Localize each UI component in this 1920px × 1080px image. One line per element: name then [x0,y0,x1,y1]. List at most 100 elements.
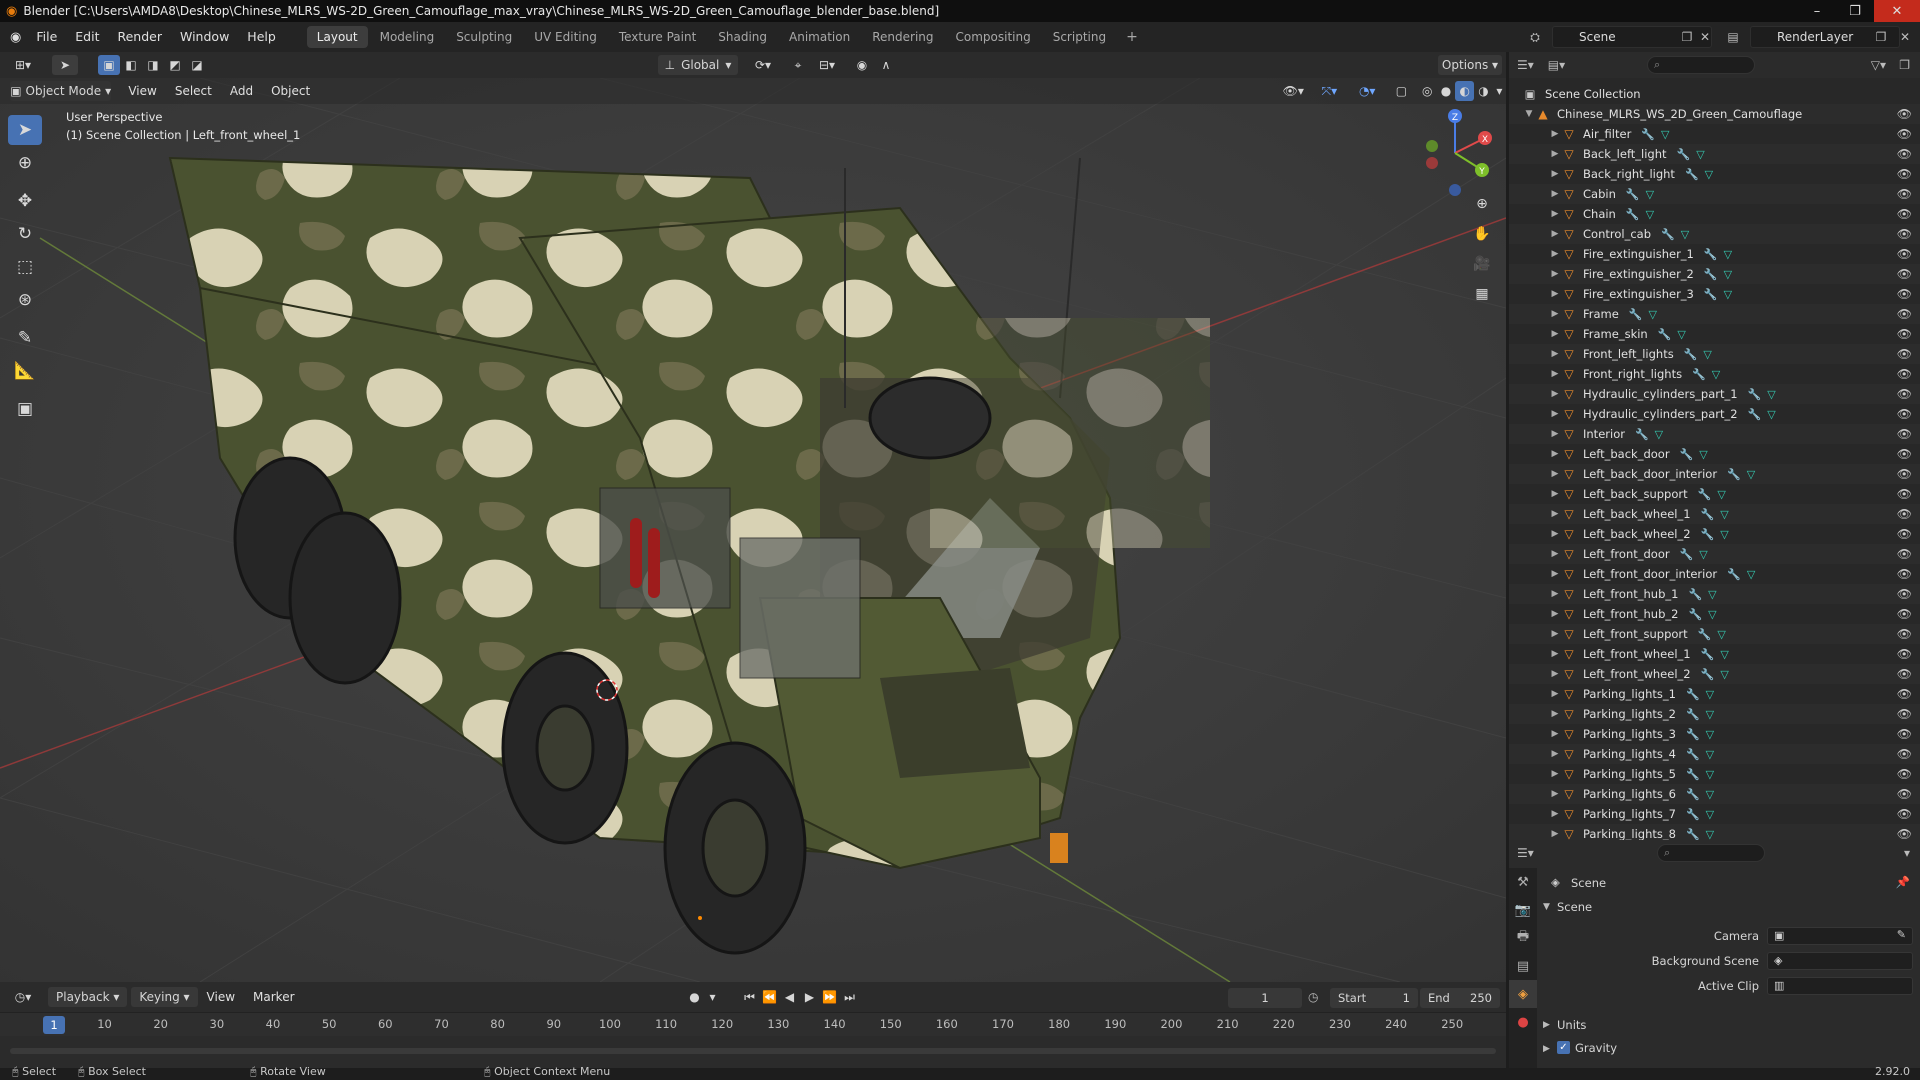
object-mode-dropdown[interactable]: ▣ Object Mode ▾ [10,81,112,101]
visibility-eye-icon[interactable]: 👁 [1897,307,1912,321]
tab-compositing[interactable]: Compositing [946,26,1041,48]
jump-start-icon[interactable]: ⏮ [740,987,760,1007]
visibility-eye-icon[interactable]: 👁 [1897,347,1912,361]
viewport-menu-add[interactable]: Add [221,78,262,104]
visibility-eye-icon[interactable]: 👁 [1897,367,1912,381]
editor-type-button[interactable]: ⊞▾ [6,55,40,75]
output-tab-icon[interactable]: 🖶 [1509,924,1537,952]
units-panel-arrow[interactable]: ▶ [1543,1020,1550,1030]
gravity-panel-arrow[interactable]: ▶ [1543,1044,1550,1054]
outliner-item[interactable]: ▶ ▽ Front_left_lights 🔧▽ 👁 [1509,344,1920,364]
select-tool-mode-icon[interactable]: ➤ [52,55,78,75]
properties-search-input[interactable]: ⌕ [1657,844,1765,862]
outliner-item[interactable]: ▶ ▽ Fire_extinguisher_3 🔧▽ 👁 [1509,284,1920,304]
visibility-eye-icon[interactable]: 👁 [1897,127,1912,141]
shading-rendered-icon[interactable]: ◑ [1474,81,1493,101]
visibility-eye-icon[interactable]: 👁 [1897,187,1912,201]
expand-arrow-icon[interactable]: ▶ [1549,549,1561,559]
play-icon[interactable]: ▶ [800,987,820,1007]
visibility-eye-icon[interactable]: 👁 [1897,407,1912,421]
outliner-item[interactable]: ▶ ▽ Front_right_lights 🔧▽ 👁 [1509,364,1920,384]
playback-menu[interactable]: Playback ▾ [48,987,128,1007]
visibility-eye-icon[interactable]: 👁 [1897,487,1912,501]
rotate-tool-icon[interactable]: ↻ [8,219,42,249]
expand-arrow-icon[interactable]: ▶ [1549,409,1561,419]
active-clip-field[interactable]: ▥ [1767,977,1913,995]
visibility-eye-icon[interactable]: 👁 [1897,687,1912,701]
view-layer-tab-icon[interactable]: ▤ [1509,952,1537,980]
visibility-eye-icon[interactable]: 👁 [1897,787,1912,801]
expand-arrow-icon[interactable]: ▶ [1549,169,1561,179]
scale-tool-icon[interactable]: ⬚ [8,252,42,282]
annotate-tool-icon[interactable]: ✎ [8,323,42,353]
tab-sculpting[interactable]: Sculpting [446,26,522,48]
expand-arrow-icon[interactable]: ▶ [1549,149,1561,159]
menu-render[interactable]: Render [108,22,171,52]
show-overlays-icon[interactable]: ◔▾ [1351,81,1383,101]
expand-arrow-icon[interactable]: ▶ [1549,729,1561,739]
menu-help[interactable]: Help [238,22,285,52]
expand-arrow-icon[interactable]: ▶ [1549,229,1561,239]
current-frame-marker[interactable]: 1 [43,1016,65,1034]
visibility-eye-icon[interactable]: 👁 [1897,387,1912,401]
visibility-eye-icon[interactable]: 👁 [1897,267,1912,281]
tab-uv-editing[interactable]: UV Editing [524,26,607,48]
outliner-item[interactable]: ▶ ▽ Hydraulic_cylinders_part_2 🔧▽ 👁 [1509,404,1920,424]
shading-material-icon[interactable]: ◐ [1455,81,1475,101]
pivot-point-icon[interactable]: ⟳▾ [746,55,780,75]
minimize-button[interactable]: – [1798,0,1836,22]
visibility-eye-icon[interactable]: 👁 [1897,727,1912,741]
tab-rendering[interactable]: Rendering [862,26,943,48]
measure-tool-icon[interactable]: 📐 [8,356,42,386]
visibility-eye-icon[interactable]: 👁 [1897,547,1912,561]
menu-file[interactable]: File [27,22,66,52]
timeline-menu-view[interactable]: View [198,982,244,1012]
viewport-menu-select[interactable]: Select [166,78,221,104]
visibility-eye-icon[interactable]: 👁 [1897,227,1912,241]
scene-panel-header[interactable]: Scene [1557,900,1592,914]
outliner-scene-collection[interactable]: ▣ Scene Collection [1509,84,1920,104]
scene-browse-icon[interactable]: ⛭ [1526,28,1544,46]
visibility-eye-icon[interactable]: 👁 [1897,247,1912,261]
expand-arrow-icon[interactable]: ▶ [1549,369,1561,379]
visibility-eye-icon[interactable]: 👁 [1897,807,1912,821]
jump-end-icon[interactable]: ⏭ [840,987,860,1007]
visibility-eye-icon[interactable]: 👁 [1897,107,1912,121]
outliner-display-mode-icon[interactable]: ▤▾ [1548,58,1565,72]
ortho-toggle-icon[interactable]: ▦ [1468,280,1496,308]
expand-arrow-icon[interactable]: ▶ [1549,189,1561,199]
outliner-item[interactable]: ▶ ▽ Fire_extinguisher_1 🔧▽ 👁 [1509,244,1920,264]
transform-tool-icon[interactable]: ⊛ [8,285,42,315]
expand-arrow-icon[interactable]: ▶ [1549,789,1561,799]
outliner-item[interactable]: ▶ ▽ Parking_lights_3 🔧▽ 👁 [1509,724,1920,744]
view-layer-browse-icon[interactable]: ▤ [1724,28,1742,46]
outliner-item[interactable]: ▶ ▽ Parking_lights_2 🔧▽ 👁 [1509,704,1920,724]
outliner-collection[interactable]: ▼ ▲ Chinese_MLRS_WS_2D_Green_Camouflage 👁 [1509,104,1920,124]
expand-arrow-icon[interactable]: ▶ [1549,449,1561,459]
background-scene-field[interactable]: ◈ [1767,952,1913,970]
outliner-item[interactable]: ▶ ▽ Frame_skin 🔧▽ 👁 [1509,324,1920,344]
render-tab-icon[interactable]: 📷 [1509,896,1537,924]
next-keyframe-icon[interactable]: ⏩ [820,987,840,1007]
outliner-item[interactable]: ▶ ▽ Fire_extinguisher_2 🔧▽ 👁 [1509,264,1920,284]
outliner-item[interactable]: ▶ ▽ Parking_lights_4 🔧▽ 👁 [1509,744,1920,764]
outliner-item[interactable]: ▶ ▽ Interior 🔧▽ 👁 [1509,424,1920,444]
expand-arrow-icon[interactable]: ▶ [1549,629,1561,639]
start-frame-field[interactable]: Start 1 [1330,988,1418,1008]
close-button[interactable]: ✕ [1874,0,1920,22]
outliner-item[interactable]: ▶ ▽ Left_back_door_interior 🔧▽ 👁 [1509,464,1920,484]
3d-viewport[interactable]: Z X Y [0,78,1506,982]
preview-range-icon[interactable]: ◷ [1308,990,1318,1004]
menu-edit[interactable]: Edit [66,22,108,52]
visibility-eye-icon[interactable]: 👁 [1897,567,1912,581]
prev-keyframe-icon[interactable]: ⏪ [760,987,780,1007]
expand-arrow-icon[interactable]: ▶ [1549,769,1561,779]
select-mode-difference-icon[interactable]: ◩ [164,55,186,75]
select-mode-set-icon[interactable]: ▣ [98,55,120,75]
viewport-menu-object[interactable]: Object [262,78,319,104]
visibility-eye-icon[interactable]: 👁 [1897,467,1912,481]
outliner-item[interactable]: ▶ ▽ Control_cab 🔧▽ 👁 [1509,224,1920,244]
move-tool-icon[interactable]: ✥ [8,186,42,216]
tab-texture-paint[interactable]: Texture Paint [609,26,706,48]
properties-editor-type-icon[interactable]: ☰▾ [1517,846,1534,860]
